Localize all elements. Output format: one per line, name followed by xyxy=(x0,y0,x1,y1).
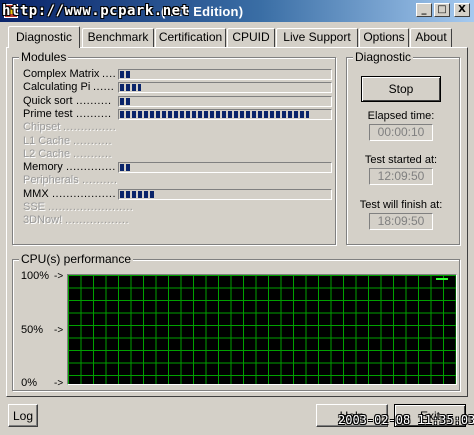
module-progress-fill xyxy=(120,110,309,118)
module-row-memory: Memory.............. xyxy=(23,161,333,174)
module-progress-fill xyxy=(120,71,131,78)
stop-button[interactable]: Stop xyxy=(361,76,441,102)
module-progress-bar xyxy=(118,108,332,120)
window-controls: _ □ X xyxy=(416,3,470,17)
diagnostic-group: Diagnostic Stop Elapsed time: 00:00:10 T… xyxy=(346,50,460,245)
module-label: Prime test xyxy=(23,107,73,120)
minimize-button[interactable]: _ xyxy=(416,3,432,17)
module-dots: .................. xyxy=(65,214,130,227)
tab-certification[interactable]: Certification xyxy=(155,28,226,47)
test-started-value: 12:09:50 xyxy=(369,168,433,185)
elapsed-time-value: 00:00:10 xyxy=(369,124,433,141)
log-button[interactable]: Log xyxy=(8,404,38,427)
modules-group: Modules Complex Matrix.... Calculating Pi… xyxy=(12,50,336,245)
module-dots: ...... xyxy=(93,81,115,94)
module-progress-bar xyxy=(118,69,332,80)
module-row-chipset: Chipset............... xyxy=(23,121,333,134)
module-progress-bar xyxy=(118,162,332,174)
module-label: Memory xyxy=(23,161,63,174)
cpu-performance-graph xyxy=(67,274,457,385)
module-dots: ....................... xyxy=(52,187,117,200)
module-dots: ............... xyxy=(63,121,117,134)
diagnostic-title: Diagnostic xyxy=(353,50,414,64)
module-dots: .... xyxy=(102,68,117,80)
test-started-label: Test started at: xyxy=(364,154,438,166)
module-label: Calculating Pi xyxy=(23,81,91,94)
tab-diagnostic[interactable]: Diagnostic xyxy=(8,26,80,48)
module-row-calculating-pi: Calculating Pi...... xyxy=(23,81,333,94)
module-progress-fill xyxy=(120,84,141,92)
perf-arrow-0: -> xyxy=(54,378,64,389)
module-row-peripherals: Peripherals.......... xyxy=(23,174,333,187)
module-label: Chipset xyxy=(23,121,61,134)
close-button[interactable]: X xyxy=(454,3,470,17)
perf-arrow-100: -> xyxy=(54,271,64,282)
cpu-usage-line xyxy=(436,278,448,280)
module-row-quick-sort: Quick sort.......... xyxy=(23,95,333,108)
cpu-performance-title: CPU(s) performance xyxy=(19,252,134,266)
module-dots: ........... xyxy=(73,147,113,160)
module-row-complex-matrix: Complex Matrix.... xyxy=(23,68,333,81)
module-label: Quick sort xyxy=(23,94,73,107)
module-dots: ........... xyxy=(73,134,113,147)
perf-label-100: 100% xyxy=(20,270,49,282)
perf-arrow-50: -> xyxy=(54,325,64,336)
tab-options[interactable]: Options xyxy=(359,28,409,47)
module-row-3dnow: 3DNow!.................. xyxy=(23,214,333,227)
perf-label-0: 0% xyxy=(21,377,37,389)
module-row-prime-test: Prime test.......... xyxy=(23,108,333,121)
tab-cpuid[interactable]: CPUID xyxy=(227,28,275,47)
modules-title: Modules xyxy=(19,50,69,64)
elapsed-time-label: Elapsed time: xyxy=(367,110,435,122)
module-dots: .............. xyxy=(66,161,116,174)
module-label: SSE xyxy=(23,201,46,213)
maximize-button[interactable]: □ xyxy=(434,3,450,17)
watermark-date: 2003-02-08 11:35:03 xyxy=(338,413,474,427)
module-label: MMX xyxy=(23,187,49,200)
module-dots: ........................ xyxy=(48,201,134,213)
module-progress-fill xyxy=(120,97,131,105)
module-label: L1 Cache xyxy=(23,134,71,147)
module-dots: .......... xyxy=(76,107,112,120)
module-progress-bar xyxy=(118,95,332,107)
watermark-url: http://www.pcpark.net xyxy=(2,3,190,19)
cpu-performance-group: CPU(s) performance 100% -> 50% -> 0% -> xyxy=(12,252,460,391)
module-progress-fill xyxy=(120,164,131,172)
module-dots: .......... xyxy=(82,174,118,187)
module-row-mmx: MMX....................... xyxy=(23,188,333,201)
module-progress-bar xyxy=(118,188,332,200)
module-label: 3DNow! xyxy=(23,214,63,227)
module-label: Peripherals xyxy=(23,174,79,187)
tab-benchmark[interactable]: Benchmark xyxy=(82,28,154,47)
module-progress-bar xyxy=(118,82,332,94)
module-dots: .......... xyxy=(76,94,112,107)
tab-live-support[interactable]: Live Support xyxy=(276,28,358,47)
module-progress-fill xyxy=(120,190,156,198)
module-row-l1-cache: L1 Cache........... xyxy=(23,135,333,148)
test-finish-label: Test will finish at: xyxy=(359,199,443,211)
tab-about[interactable]: About xyxy=(410,28,452,47)
test-finish-value: 18:09:50 xyxy=(369,213,433,230)
module-label: Complex Matrix xyxy=(23,68,100,80)
perf-label-50: 50% xyxy=(20,324,43,336)
module-row-l2-cache: L2 Cache........... xyxy=(23,148,333,161)
module-row-sse: SSE........................ xyxy=(23,201,333,214)
module-label: L2 Cache xyxy=(23,147,71,160)
